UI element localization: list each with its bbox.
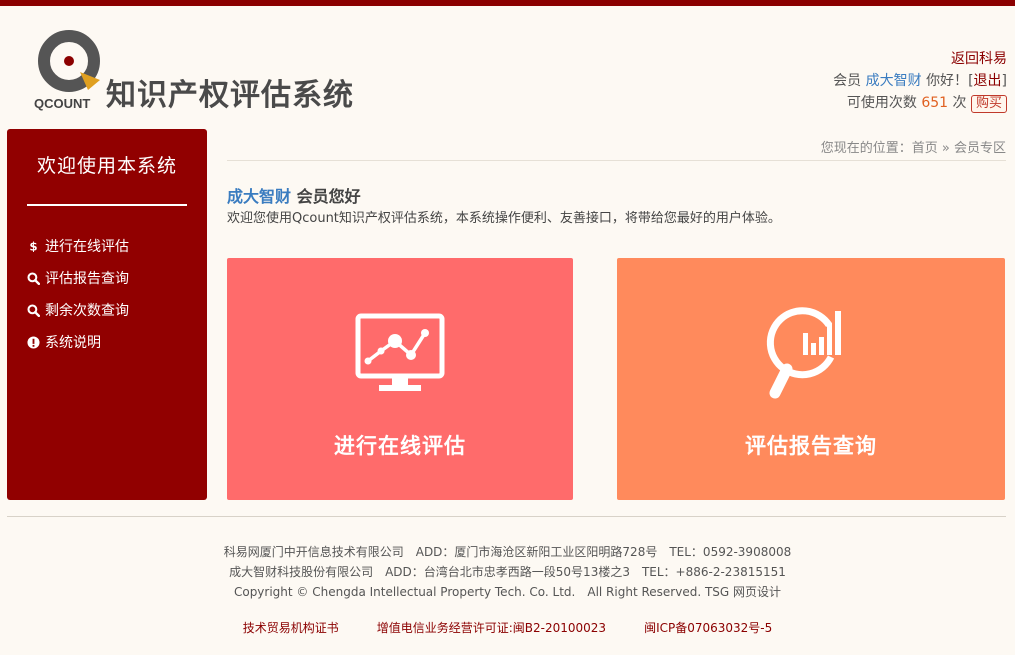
- qcount-logo[interactable]: QCOUNT: [34, 28, 106, 116]
- sidebar-menu: $ 进行在线评估 评估报告查询 剩余次数查询 系统说明: [7, 230, 207, 358]
- report-query-card[interactable]: 评估报告查询: [617, 258, 1005, 500]
- footer-divider: [7, 516, 1006, 517]
- online-evaluation-label: 进行在线评估: [334, 434, 466, 458]
- report-query-label: 评估报告查询: [745, 434, 877, 458]
- usage-count: 651: [921, 95, 949, 111]
- footer-link-license[interactable]: 增值电信业务经营许可证:闽B2-20100023: [377, 619, 606, 636]
- sidebar-item-label: 评估报告查询: [45, 271, 129, 287]
- logout-close: ]: [1001, 73, 1007, 89]
- sidebar-item-report-query[interactable]: 评估报告查询: [23, 262, 207, 294]
- footer-link-certificate[interactable]: 技术贸易机构证书: [243, 619, 339, 636]
- breadcrumb-divider: [227, 160, 1006, 161]
- usage-label: 可使用次数: [846, 95, 917, 111]
- search-icon: [23, 303, 43, 317]
- welcome-title: 成大智财 会员您好: [227, 183, 361, 207]
- dollar-icon: $: [23, 239, 43, 254]
- greeting-suffix: 你好！: [926, 73, 969, 89]
- sidebar: 欢迎使用本系统 $ 进行在线评估 评估报告查询 剩余次数查询 系统说明: [7, 129, 207, 500]
- logout-link[interactable]: 退出: [974, 73, 1002, 89]
- usage-unit: 次: [952, 95, 967, 111]
- sidebar-item-system-info[interactable]: 系统说明: [23, 326, 207, 358]
- footer-line-1: 科易网厦门中开信息技术有限公司 ADD：厦门市海沧区新阳工业区阳明路728号 T…: [223, 545, 792, 559]
- search-icon: [23, 271, 43, 285]
- footer-line-3: Copyright © Chengda Intellectual Propert…: [233, 585, 782, 599]
- sidebar-item-label: 进行在线评估: [45, 239, 129, 255]
- sidebar-divider: [27, 204, 187, 206]
- svg-text:$: $: [29, 239, 37, 253]
- buy-button[interactable]: 购买: [970, 95, 1007, 113]
- info-icon: [23, 335, 43, 349]
- username-link[interactable]: 成大智财: [866, 73, 922, 89]
- sidebar-item-remaining-query[interactable]: 剩余次数查询: [23, 294, 207, 326]
- site-title: 知识产权评估系统: [106, 78, 354, 113]
- welcome-username: 成大智财: [227, 187, 292, 206]
- breadcrumb: 您现在的位置：首页 » 会员专区: [820, 141, 1006, 156]
- logo-text: QCOUNT: [34, 96, 91, 111]
- online-evaluation-card[interactable]: 进行在线评估: [227, 258, 573, 500]
- back-link[interactable]: 返回科易: [951, 51, 1007, 67]
- top-bar: [0, 0, 1015, 6]
- footer-link-icp[interactable]: 闽ICP备07063032号-5: [644, 619, 772, 636]
- welcome-text: 欢迎您使用Qcount知识产权评估系统，本系统操作便利、友善接口，将带给您最好的…: [227, 211, 781, 226]
- sidebar-title: 欢迎使用本系统: [36, 155, 177, 177]
- magnifier-chart-icon: [765, 302, 857, 408]
- sidebar-item-label: 剩余次数查询: [45, 303, 129, 319]
- monitor-chart-icon: [355, 302, 445, 408]
- footer-line-2: 成大智财科技股份有限公司 ADD：台湾台北市忠孝西路一段50号13楼之3 TEL…: [229, 565, 786, 579]
- user-box: 返回科易 会员 成大智财 你好！[退出] 可使用次数 651 次 购买: [833, 48, 1007, 114]
- welcome-title-suffix: 会员您好: [291, 187, 361, 206]
- member-prefix: 会员: [833, 73, 862, 89]
- sidebar-item-online-evaluation[interactable]: $ 进行在线评估: [23, 230, 207, 262]
- logo-icon: [38, 30, 100, 92]
- sidebar-item-label: 系统说明: [45, 335, 101, 351]
- footer: 科易网厦门中开信息技术有限公司 ADD：厦门市海沧区新阳工业区阳明路728号 T…: [0, 542, 1015, 602]
- footer-links: 技术贸易机构证书 增值电信业务经营许可证:闽B2-20100023 闽ICP备0…: [0, 619, 1015, 636]
